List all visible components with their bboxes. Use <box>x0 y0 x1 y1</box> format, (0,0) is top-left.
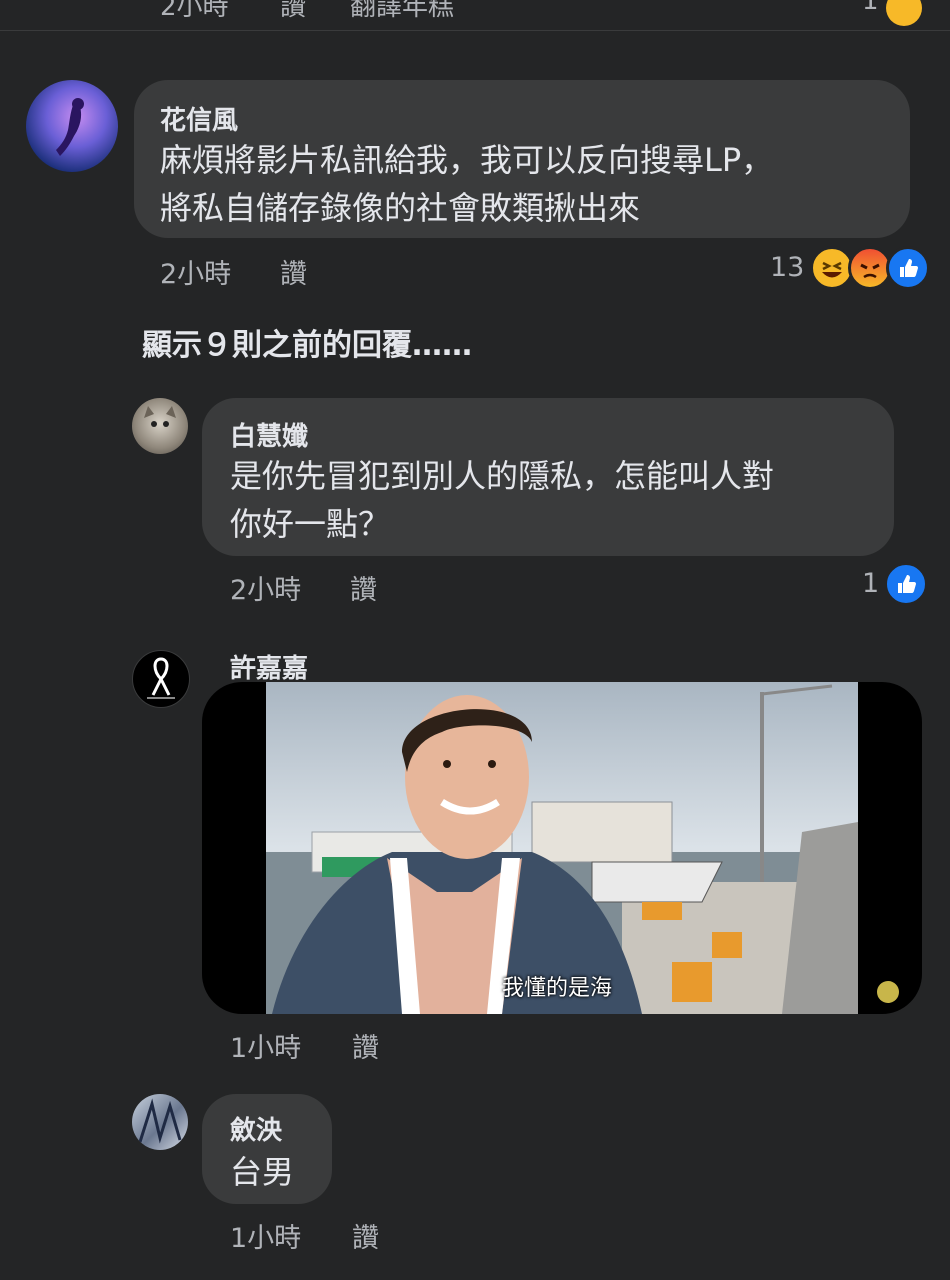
like-reaction-icon <box>886 246 930 290</box>
reply3-author[interactable]: 斂泱 <box>230 1110 282 1147</box>
avatar-illustration[interactable] <box>132 1094 188 1150</box>
illustration-icon <box>138 1098 182 1144</box>
previous-comment-meta: 2小時 讚 翻譯年糕 1 <box>0 0 950 31</box>
avatar-mermaid[interactable] <box>26 80 118 172</box>
reply3-like-button[interactable]: 讚 <box>352 1216 379 1255</box>
reply1-time[interactable]: 2小時 <box>230 568 301 607</box>
prev-translate-link[interactable]: 翻譯年糕 <box>350 0 454 23</box>
comment-like-button[interactable]: 讚 <box>280 252 307 291</box>
reply1-like-button[interactable]: 讚 <box>350 568 377 607</box>
sad-reaction-icon <box>886 0 922 26</box>
like-reaction-icon <box>884 562 928 606</box>
video-frame <box>266 682 899 1014</box>
reply2-like-button[interactable]: 讚 <box>352 1026 379 1065</box>
prev-like-button[interactable]: 讚 <box>280 0 306 23</box>
reply1-text-line2: 你好一點？ <box>230 505 391 543</box>
reply3-time[interactable]: 1小時 <box>230 1216 301 1255</box>
video-subtitle: 我懂的是海 <box>502 976 613 1001</box>
reply1-text-line1: 是你先冒犯到別人的隱私，怎能叫人對 <box>230 457 775 495</box>
comment-author[interactable]: 花信風 <box>160 100 238 137</box>
comment-text-line1: 麻煩將影片私訊給我，我可以反向搜尋LP， <box>160 141 774 179</box>
comment-time[interactable]: 2小時 <box>160 252 231 291</box>
cat-icon <box>144 406 176 427</box>
reply1-reaction-count[interactable]: 1 <box>862 568 879 599</box>
ribbon-icon <box>147 657 175 699</box>
prev-time: 2小時 <box>160 0 229 22</box>
avatar-ribbon[interactable] <box>132 650 190 708</box>
show-previous-replies-link[interactable]: 顯示９則之前的回覆…… <box>142 320 472 364</box>
reply2-author[interactable]: 許嘉嘉 <box>230 648 308 685</box>
video-attachment[interactable]: 我懂的是海 <box>202 682 922 1014</box>
avatar-cat[interactable] <box>132 398 188 454</box>
mermaid-icon <box>56 98 84 156</box>
comment-reaction-count[interactable]: 13 <box>770 252 804 283</box>
comment-text-line2: 將私自儲存錄像的社會敗類揪出來 <box>160 189 641 227</box>
reply2-time[interactable]: 1小時 <box>230 1026 301 1065</box>
reply1-author[interactable]: 白慧孅 <box>230 416 308 453</box>
reply3-text: 台男 <box>230 1153 295 1191</box>
prev-reaction-count: 1 <box>862 0 879 16</box>
